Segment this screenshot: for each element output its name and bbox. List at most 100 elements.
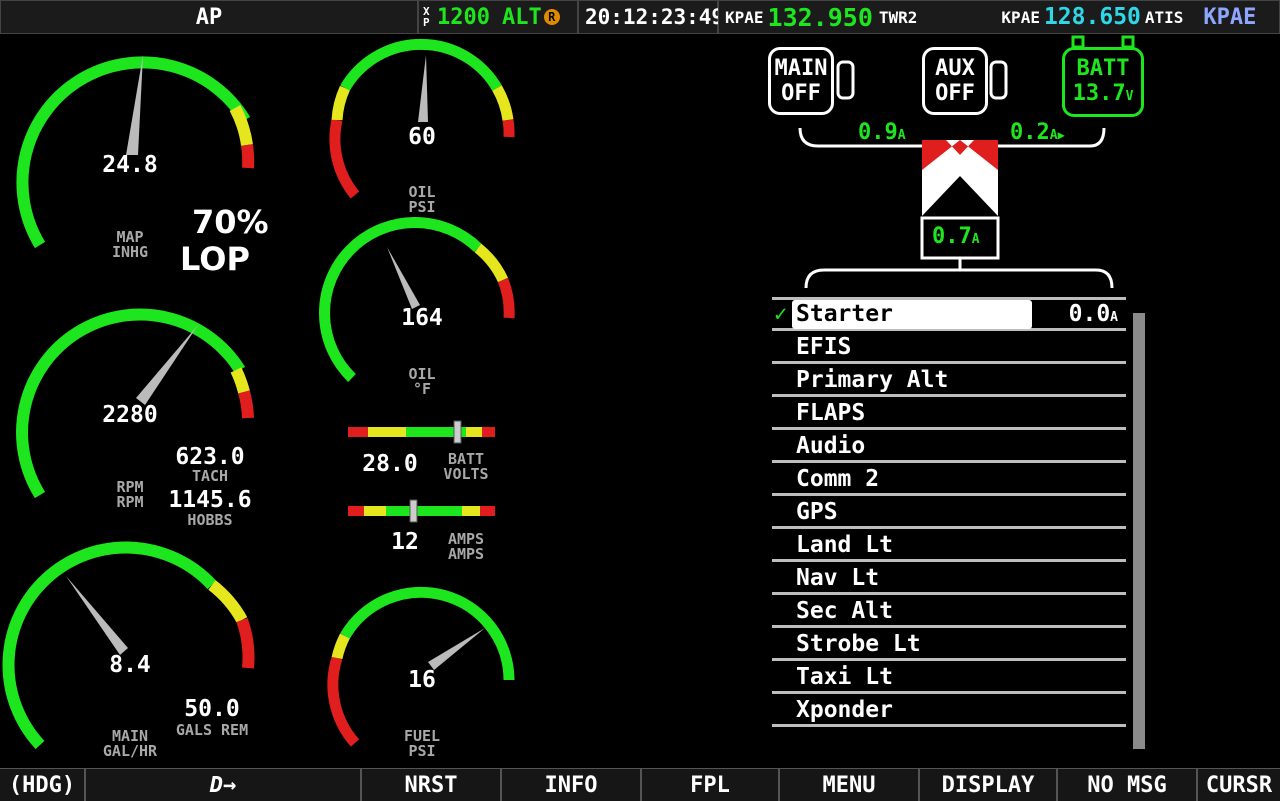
xpdr-mode: ALT xyxy=(501,4,542,30)
map-needle xyxy=(126,55,143,155)
oil-temp-needle xyxy=(387,247,420,309)
map-label: MAP INHG xyxy=(111,228,149,261)
fuel-flow-needle xyxy=(66,576,128,655)
aux-connector xyxy=(989,60,1008,100)
clock-time: 20:12:23:49 xyxy=(585,5,725,29)
softkey-display[interactable]: DISPLAY xyxy=(920,769,1058,801)
xpdr-tag: XP xyxy=(423,5,430,29)
com1-type: TWR2 xyxy=(878,7,918,27)
breaker-list-scrollbar[interactable] xyxy=(1133,313,1145,749)
softkey-hdg[interactable]: (HDG) xyxy=(0,769,86,801)
com2-frequency: 128.650 xyxy=(1043,4,1141,30)
com2-type: ATIS xyxy=(1144,7,1184,27)
mixture-mode: LOP xyxy=(180,240,250,278)
amps-label: AMPS AMPS xyxy=(447,530,485,563)
bus-bracket-bottom xyxy=(804,268,1114,289)
oil-temp-label: OIL °F xyxy=(408,365,436,398)
rpm-needle xyxy=(136,325,198,405)
fuel-remaining-value: 50.0 xyxy=(184,696,240,722)
breaker-row[interactable]: FLAPS xyxy=(772,399,1126,430)
clock[interactable]: 20:12:23:49 U xyxy=(578,0,737,34)
autopilot-status[interactable]: AP xyxy=(0,0,418,34)
power-percent: 70% xyxy=(192,203,269,241)
breaker-row[interactable]: Xponder xyxy=(772,696,1126,727)
waypoint-id: KPAE xyxy=(1203,4,1257,30)
oil-psi-gauge xyxy=(329,38,515,199)
breaker-current: 0.0A xyxy=(1068,301,1118,327)
breaker-name: FLAPS xyxy=(796,400,866,426)
breaker-name: Sec Alt xyxy=(796,598,893,624)
softkey-info[interactable]: INFO xyxy=(502,769,642,801)
breaker-name: Nav Lt xyxy=(796,565,880,591)
breaker-row[interactable]: Audio xyxy=(772,432,1126,463)
rpm-value: 2280 xyxy=(102,402,158,428)
batt-volts-value: 28.0 xyxy=(362,451,418,477)
tach-label: TACH xyxy=(191,467,229,485)
breaker-row[interactable]: ✓ Starter 0.0A xyxy=(772,300,1126,331)
fuel-psi-value: 16 xyxy=(408,667,436,693)
breaker-row[interactable]: Taxi Lt xyxy=(772,663,1126,694)
breaker-row[interactable]: GPS xyxy=(772,498,1126,529)
fuel-flow-label: MAIN GAL/HR xyxy=(102,727,158,760)
batt-volts-label: BATT VOLTS xyxy=(443,450,489,483)
breaker-name: Starter xyxy=(792,300,1032,329)
com1-frequency: 132.950 xyxy=(767,2,873,32)
breaker-name: Primary Alt xyxy=(796,367,949,393)
breaker-row[interactable]: Primary Alt xyxy=(772,366,1126,397)
ap-label: AP xyxy=(195,4,223,30)
batt-volts-marker xyxy=(453,420,462,444)
softkey-menu[interactable]: MENU xyxy=(780,769,920,801)
oil-temp-value: 164 xyxy=(401,305,443,331)
xpdr-reply-badge: R xyxy=(543,9,560,25)
main-connector xyxy=(836,60,855,100)
aux-alternator-box[interactable]: AUX OFF xyxy=(922,47,988,115)
transponder-status[interactable]: XP 1200 ALT R xyxy=(418,0,578,34)
softkey-cursr[interactable]: CURSR xyxy=(1198,769,1280,801)
breaker-row[interactable]: Nav Lt xyxy=(772,564,1126,595)
amps-bar xyxy=(348,499,495,523)
breaker-name: GPS xyxy=(796,499,838,525)
breaker-row[interactable]: Comm 2 xyxy=(772,465,1126,496)
check-icon: ✓ xyxy=(774,302,788,327)
battery-box[interactable]: BATT 13.7V xyxy=(1062,47,1144,117)
breaker-name: Land Lt xyxy=(796,532,893,558)
breaker-row[interactable]: EFIS xyxy=(772,333,1126,364)
breaker-name: Xponder xyxy=(796,697,893,723)
com-radios[interactable]: KPAE 132.950 TWR2 KPAE 128.650 ATIS KPAE xyxy=(718,0,1280,34)
softkey-direct-to[interactable]: D→ xyxy=(86,769,362,801)
fuel-psi-label: FUEL PSI xyxy=(403,727,441,760)
map-value: 24.8 xyxy=(102,152,158,178)
com1-station: KPAE xyxy=(725,7,764,27)
batt-volts-bar xyxy=(348,420,495,444)
total-current: 0.7A xyxy=(932,224,980,249)
breaker-name: Comm 2 xyxy=(796,466,880,492)
breaker-name: Audio xyxy=(796,433,866,459)
hobbs-label: HOBBS xyxy=(187,511,233,529)
rpm-label: RPM RPM xyxy=(116,478,144,511)
hobbs-value: 1145.6 xyxy=(168,487,252,513)
softkey-bar: (HDG) D→ NRST INFO FPL MENU DISPLAY NO M… xyxy=(0,768,1280,801)
softkey-nrst[interactable]: NRST xyxy=(362,769,502,801)
breaker-name: Strobe Lt xyxy=(796,631,921,657)
main-alternator-box[interactable]: MAIN OFF xyxy=(768,47,834,115)
com2-station: KPAE xyxy=(1001,7,1040,27)
engine-gauges-svg xyxy=(2,38,515,750)
squawk-code: 1200 xyxy=(437,4,490,30)
softkey-no-msg[interactable]: NO MSG xyxy=(1058,769,1198,801)
fuel-flow-value: 8.4 xyxy=(109,652,151,678)
breaker-row[interactable]: Strobe Lt xyxy=(772,630,1126,661)
breaker-name: Taxi Lt xyxy=(796,664,893,690)
fuel-psi-needle xyxy=(428,628,485,670)
amps-value: 12 xyxy=(391,529,419,555)
oil-temp-gauge xyxy=(318,216,515,382)
oil-psi-needle xyxy=(418,55,428,122)
left-current: 0.9A xyxy=(858,120,906,145)
fuel-remaining-label: GALS REM xyxy=(175,721,249,739)
amps-marker xyxy=(409,499,418,523)
breaker-row[interactable]: Sec Alt xyxy=(772,597,1126,628)
breaker-name: EFIS xyxy=(796,334,852,360)
softkey-fpl[interactable]: FPL xyxy=(642,769,780,801)
oil-psi-value: 60 xyxy=(408,124,436,150)
breaker-row[interactable]: Land Lt xyxy=(772,531,1126,562)
right-current: 0.2A▶ xyxy=(1010,120,1065,145)
